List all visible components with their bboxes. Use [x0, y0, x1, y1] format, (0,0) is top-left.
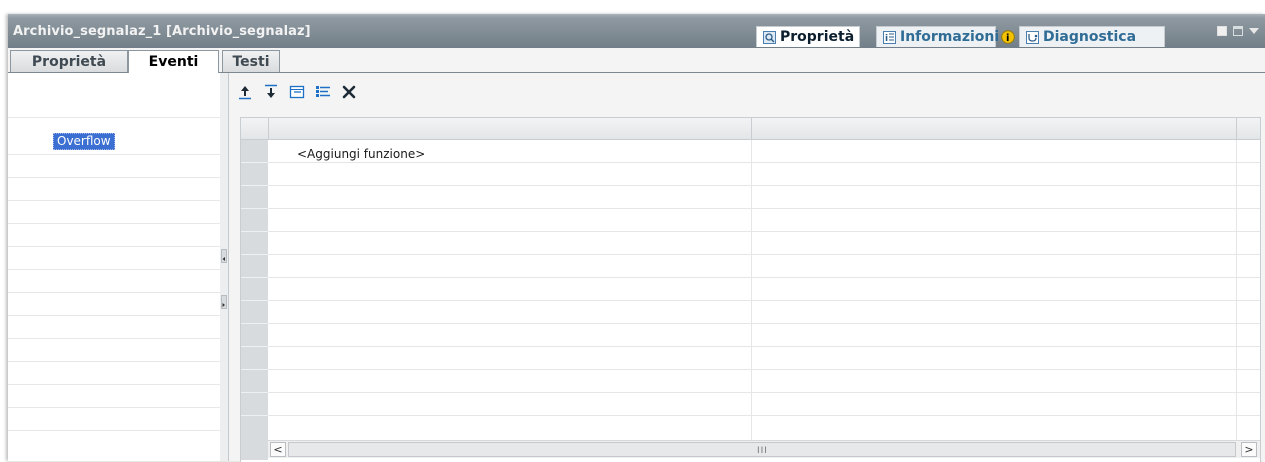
horizontal-scrollbar[interactable]: < III > [268, 440, 1260, 458]
list-divider [8, 269, 220, 270]
svg-text:i: i [885, 34, 888, 44]
event-list: Overflow [8, 73, 221, 461]
function-toolbar [237, 79, 357, 105]
column-separator[interactable] [751, 118, 752, 139]
chevron-down-icon[interactable] [1249, 28, 1259, 34]
row-header-divider [241, 415, 268, 416]
sub-tab-bar: Proprietà Eventi Testi [8, 50, 1265, 73]
row-header-divider [241, 392, 268, 393]
subtab-events[interactable]: Eventi [128, 50, 219, 73]
list-divider [8, 223, 220, 224]
tab-properties-label: Proprietà [780, 29, 855, 45]
list-divider [8, 117, 220, 118]
properties-icon [763, 30, 776, 44]
tab-info[interactable]: i Informazioni [876, 26, 1000, 47]
info-icon: i [883, 30, 896, 44]
tab-diagnostics-label: Diagnostica [1043, 29, 1137, 45]
list-divider [8, 177, 220, 178]
row-header-divider [241, 323, 268, 324]
function-table: <Aggiungi funzione> < III > [240, 117, 1261, 462]
row-header-divider [241, 231, 268, 232]
expand-right-icon[interactable] [221, 295, 227, 309]
list-divider [8, 292, 220, 293]
tab-info-label: Informazioni [900, 29, 1000, 45]
subtab-properties-label: Proprietà [31, 53, 107, 70]
panel-splitter[interactable] [220, 73, 229, 461]
scroll-left-button[interactable]: < [270, 442, 286, 457]
row-header-divider [241, 369, 268, 370]
subtab-properties[interactable]: Proprietà [10, 50, 128, 72]
move-down-icon[interactable] [263, 83, 279, 101]
window-controls [1217, 26, 1259, 36]
event-item-overflow[interactable]: Overflow [53, 133, 115, 150]
add-function-row[interactable]: <Aggiungi funzione> [297, 147, 425, 161]
column-separator[interactable] [268, 118, 269, 139]
subtab-events-label: Eventi [148, 54, 199, 70]
subtab-texts-label: Testi [232, 53, 270, 70]
list-divider [8, 315, 220, 316]
scrollbar-grip: III [757, 446, 768, 456]
scrollbar-thumb[interactable]: III [288, 442, 1236, 457]
svg-text:i: i [1006, 33, 1009, 44]
collapse-icon[interactable] [289, 83, 305, 101]
tab-diagnostics[interactable]: Diagnostica [1019, 26, 1165, 47]
row-header-divider [241, 277, 268, 278]
inspector-window: Archivio_segnalaz_1 [Archivio_segnalaz] … [8, 14, 1265, 462]
layout-icon[interactable] [1233, 26, 1243, 36]
list-divider [8, 407, 220, 408]
title-bar: Archivio_segnalaz_1 [Archivio_segnalaz] … [8, 18, 1265, 48]
window-title: Archivio_segnalaz_1 [Archivio_segnalaz] [13, 24, 311, 39]
column-separator[interactable] [1236, 118, 1237, 139]
column-divider [751, 140, 752, 440]
row-header-divider [241, 300, 268, 301]
expand-icon[interactable] [315, 83, 331, 101]
list-divider [8, 338, 220, 339]
move-up-icon[interactable] [237, 83, 253, 101]
delete-icon[interactable] [341, 83, 357, 101]
diagnostics-icon [1026, 30, 1039, 44]
tab-properties[interactable]: Proprietà [756, 26, 860, 47]
column-divider [1236, 140, 1237, 440]
info-badge-icon: i [1001, 30, 1015, 44]
list-divider [8, 384, 220, 385]
row-header-divider [241, 162, 268, 163]
row-header-divider [241, 208, 268, 209]
row-header-divider [241, 346, 268, 347]
list-divider [8, 154, 220, 155]
subtab-texts[interactable]: Testi [222, 50, 280, 72]
table-header [241, 118, 1260, 140]
row-header-divider [241, 254, 268, 255]
float-window-icon[interactable] [1217, 26, 1227, 36]
list-divider [8, 430, 220, 431]
scroll-right-button[interactable]: > [1241, 442, 1257, 457]
list-divider [8, 361, 220, 362]
collapse-left-icon[interactable] [221, 249, 227, 263]
function-list-panel: <Aggiungi funzione> < III > [229, 73, 1265, 462]
row-header-divider [241, 185, 268, 186]
list-divider [8, 246, 220, 247]
list-divider [8, 200, 220, 201]
